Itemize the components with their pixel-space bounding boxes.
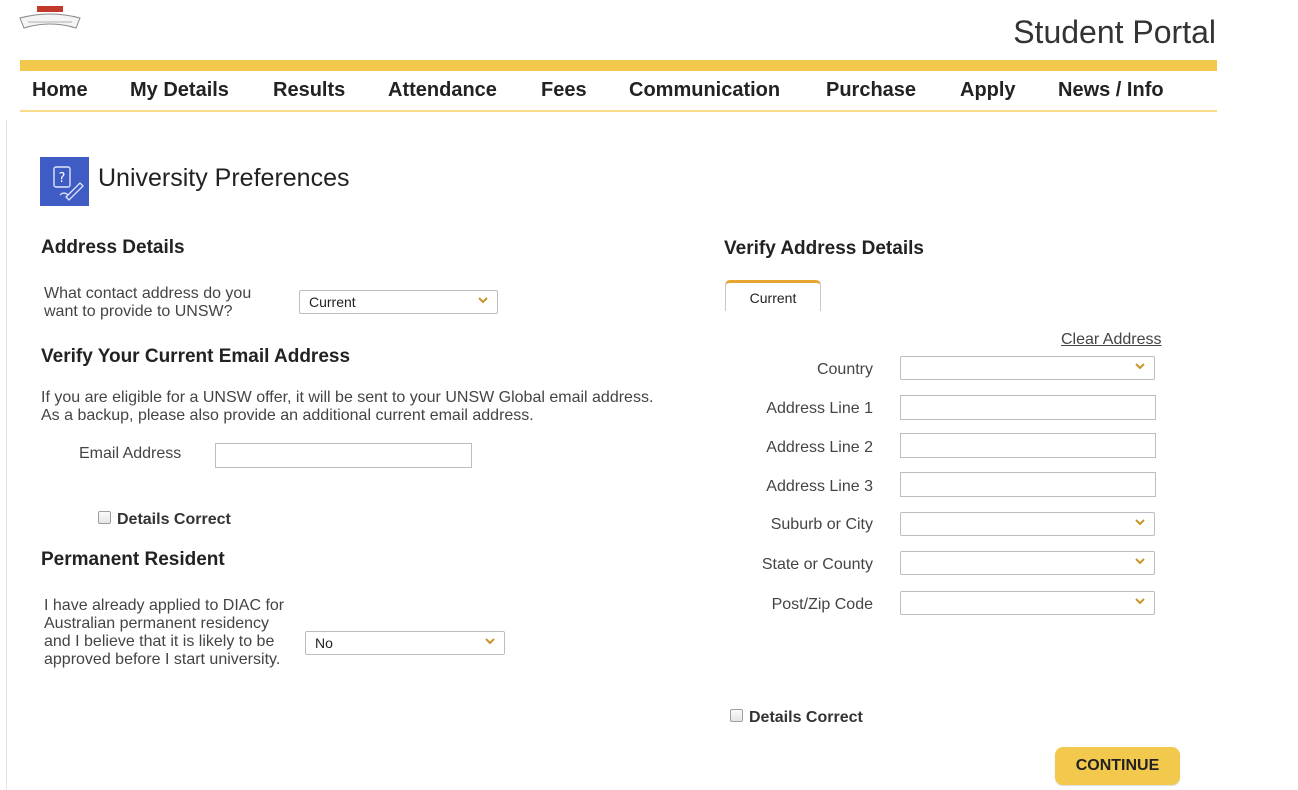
nav-item-fees[interactable]: Fees	[541, 79, 587, 102]
help-form-icon: ?	[40, 157, 89, 206]
main-nav: Home My Details Results Attendance Fees …	[20, 60, 1217, 112]
permanent-resident-question: I have already applied to DIAC for Austr…	[44, 597, 285, 668]
chevron-down-icon	[1135, 558, 1145, 565]
address-line-2-label: Address Line 2	[766, 439, 873, 456]
country-label: Country	[816, 361, 873, 378]
postcode-label: Post/Zip Code	[771, 596, 873, 613]
address-line-2-input[interactable]	[900, 433, 1156, 458]
address-line-1-input[interactable]	[900, 395, 1156, 420]
contact-address-select[interactable]: Current	[299, 290, 498, 314]
verify-address-heading: Verify Address Details	[724, 238, 924, 259]
chevron-down-icon	[478, 297, 488, 304]
portal-title: Student Portal	[1013, 14, 1216, 50]
address-line-1-label: Address Line 1	[766, 400, 873, 417]
address-line-3-input[interactable]	[900, 472, 1156, 497]
continue-button[interactable]: CONTINUE	[1055, 747, 1180, 785]
chevron-down-icon	[1135, 363, 1145, 370]
nav-item-news-info[interactable]: News / Info	[1058, 79, 1164, 102]
chevron-down-icon	[1135, 519, 1145, 526]
svg-text:?: ?	[59, 171, 66, 186]
email-address-label: Email Address	[79, 445, 182, 462]
state-label: State or County	[761, 556, 873, 573]
clear-address-link[interactable]: Clear Address	[1061, 331, 1162, 349]
nav-item-communication[interactable]: Communication	[629, 79, 780, 102]
page-title: University Preferences	[98, 164, 350, 192]
nav-item-apply[interactable]: Apply	[960, 79, 1016, 102]
email-address-input[interactable]	[215, 443, 472, 468]
details-correct-label-email: Details Correct	[117, 511, 231, 528]
nav-item-my-details[interactable]: My Details	[130, 79, 229, 102]
nav-item-home[interactable]: Home	[32, 79, 88, 102]
verify-email-heading: Verify Your Current Email Address	[41, 346, 351, 367]
permanent-resident-select[interactable]: No	[305, 631, 505, 655]
address-details-heading: Address Details	[41, 237, 185, 258]
nav-item-results[interactable]: Results	[273, 79, 345, 102]
contact-address-select-value: Current	[309, 294, 356, 310]
state-select[interactable]	[900, 551, 1155, 575]
chevron-down-icon	[1135, 598, 1145, 605]
page-left-border	[6, 120, 7, 790]
permanent-resident-heading: Permanent Resident	[41, 549, 225, 570]
country-select[interactable]	[900, 356, 1155, 380]
details-correct-label-address: Details Correct	[749, 709, 863, 726]
suburb-select[interactable]	[900, 512, 1155, 536]
nav-item-purchase[interactable]: Purchase	[826, 79, 916, 102]
postcode-select[interactable]	[900, 591, 1155, 615]
contact-address-question: What contact address do you want to prov…	[44, 285, 252, 320]
permanent-resident-select-value: No	[315, 635, 333, 651]
nav-item-attendance[interactable]: Attendance	[388, 79, 497, 102]
suburb-label: Suburb or City	[770, 516, 873, 533]
university-logo[interactable]	[18, 6, 82, 32]
tab-current[interactable]: Current	[725, 280, 821, 311]
chevron-down-icon	[485, 638, 495, 645]
details-correct-checkbox-address[interactable]	[730, 709, 743, 722]
tab-current-label: Current	[749, 290, 797, 306]
details-correct-checkbox-email[interactable]	[98, 511, 111, 524]
address-line-3-label: Address Line 3	[766, 478, 873, 495]
email-description: If you are eligible for a UNSW offer, it…	[41, 389, 654, 424]
